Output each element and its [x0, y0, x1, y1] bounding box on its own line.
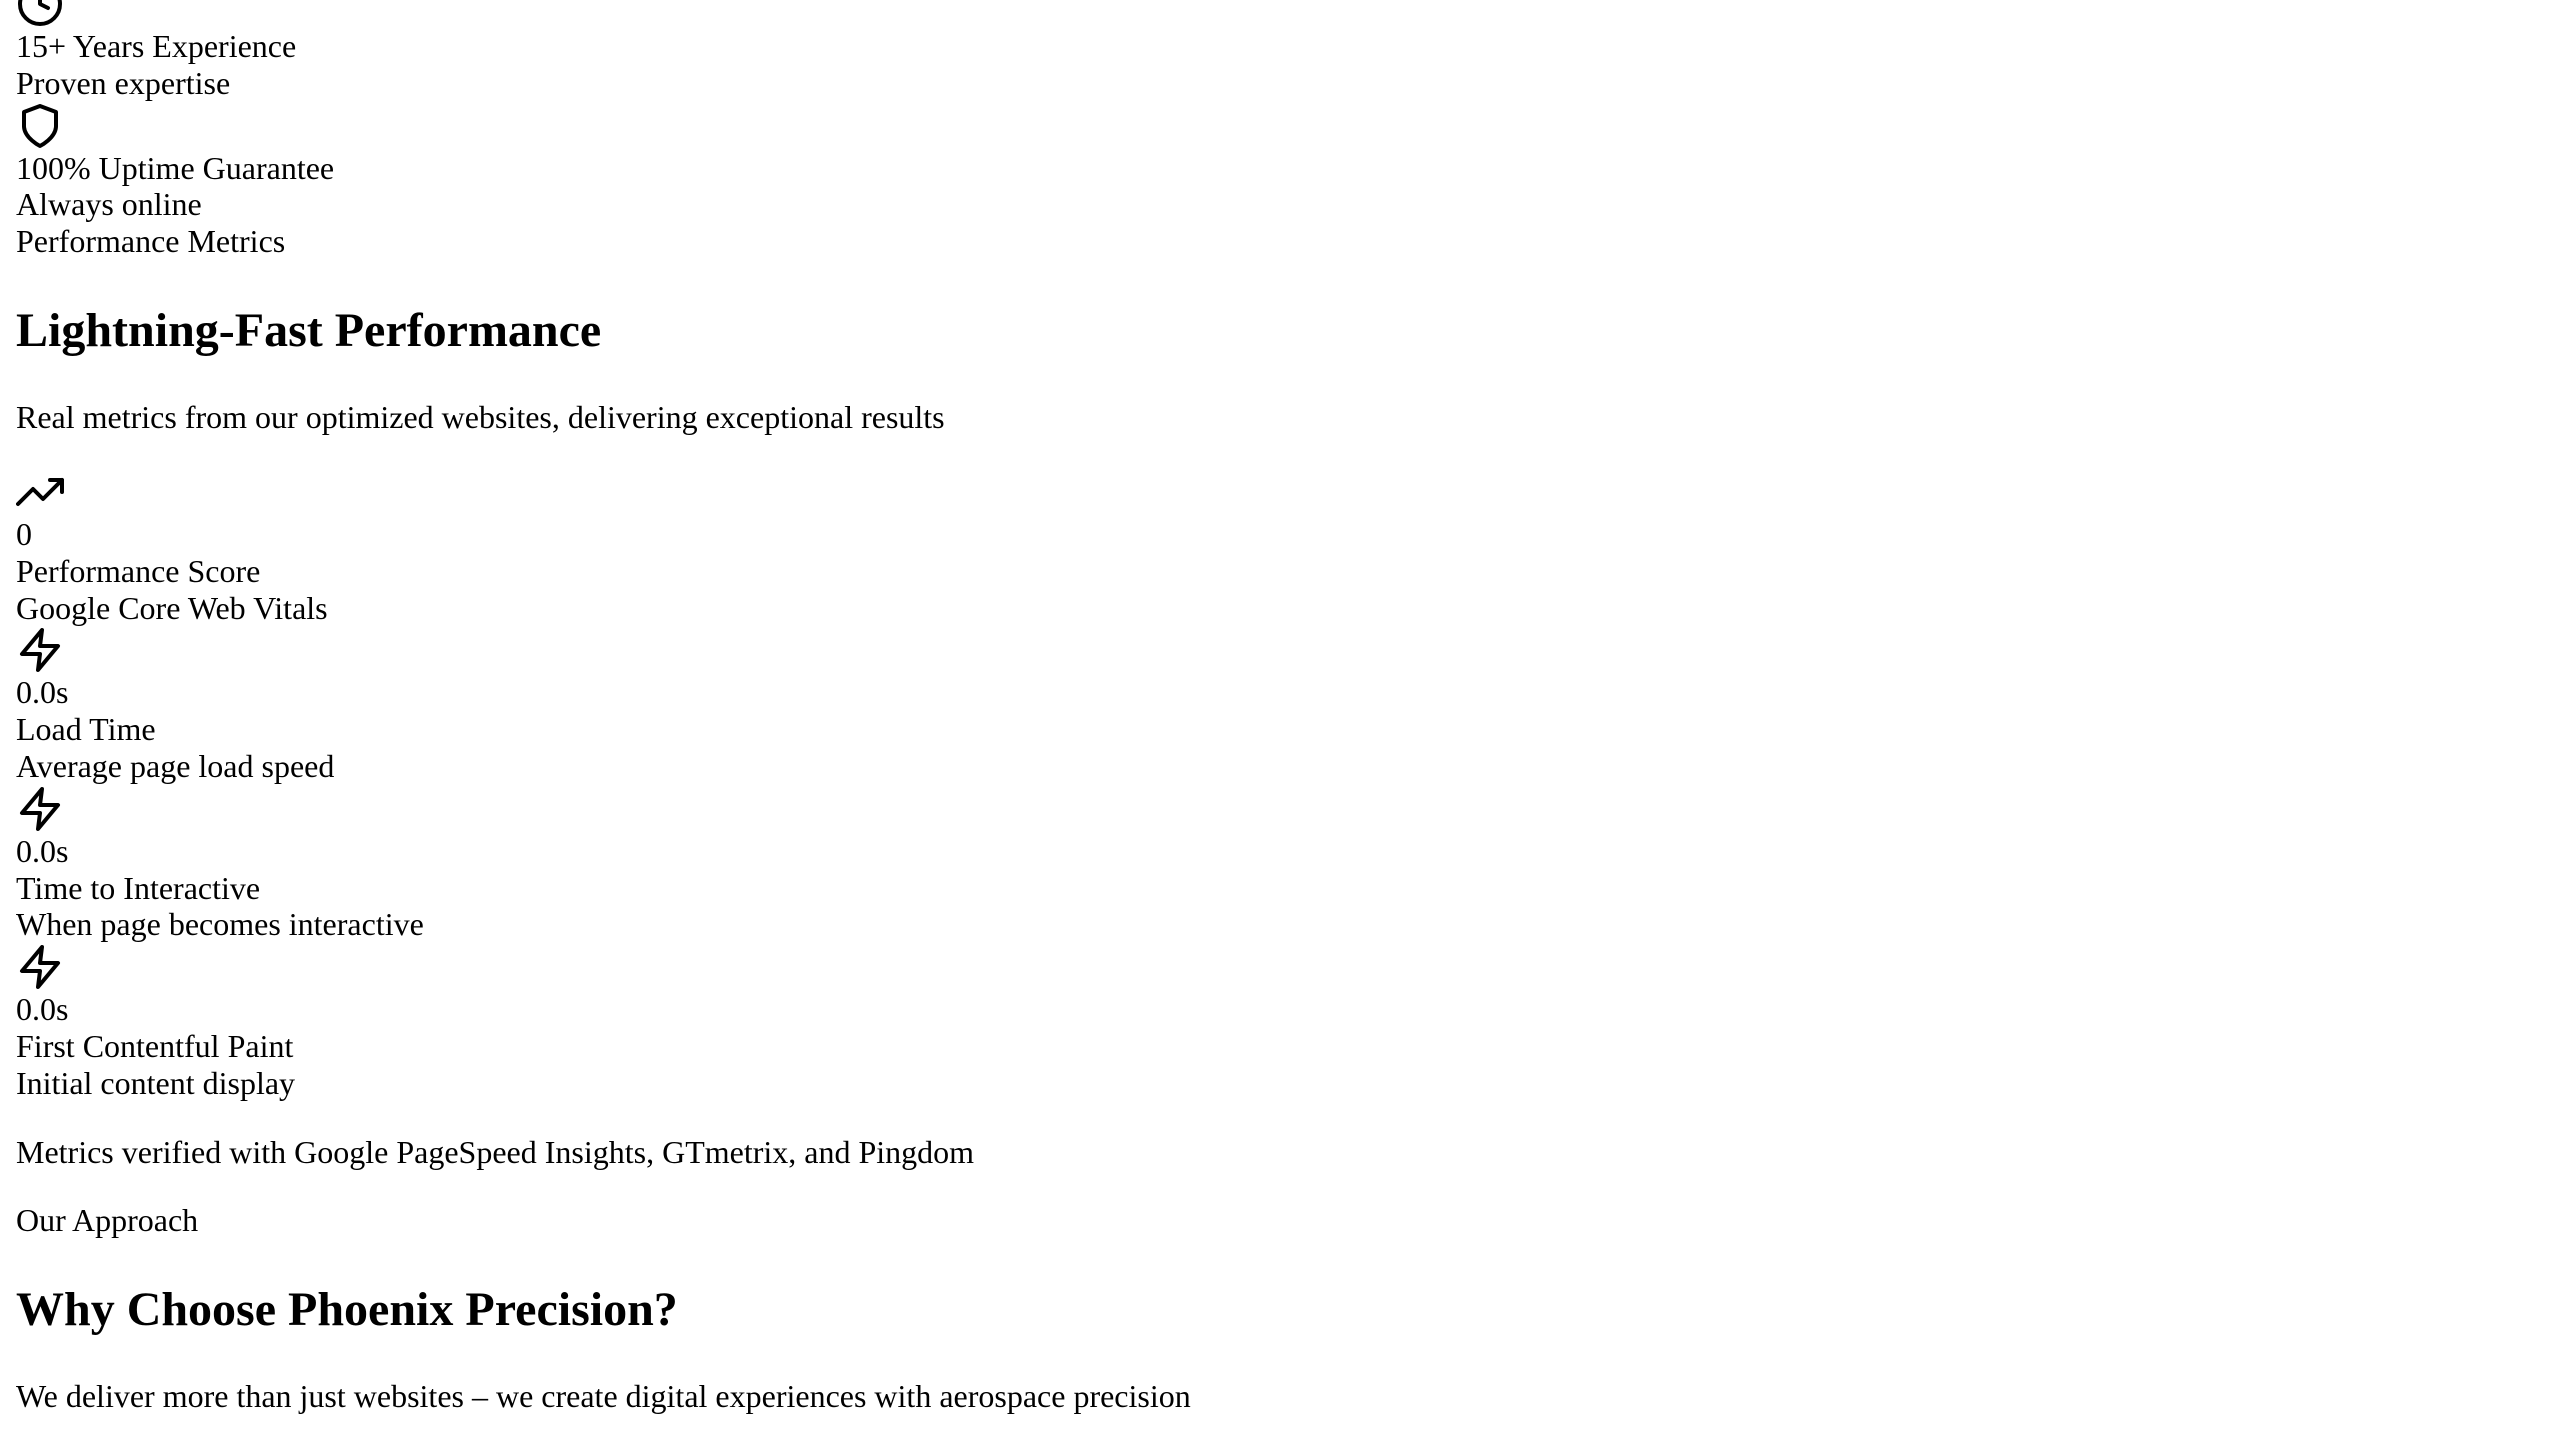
- page-content: 15+ Years Experience Proven expertise 10…: [16, 0, 2544, 1415]
- metric-description: Google Core Web Vitals: [16, 589, 328, 626]
- section-eyebrow: Performance Metrics: [16, 223, 286, 260]
- metric-card: 0.0s Time to Interactive When page becom…: [16, 785, 2544, 943]
- metric-value: 0.0s: [16, 832, 69, 869]
- lightning-icon: [16, 785, 64, 833]
- feature-experience: 15+ Years Experience Proven expertise: [16, 0, 2544, 102]
- metric-description: When page becomes interactive: [16, 906, 424, 943]
- metric-value: 0.0s: [16, 991, 69, 1028]
- metric-card: 0.0s Load Time Average page load speed: [16, 626, 2544, 784]
- section-subheading: We deliver more than just websites – we …: [16, 1378, 1191, 1415]
- performance-section: Performance Metrics Lightning-Fast Perfo…: [16, 223, 2544, 1170]
- metric-description: Initial content display: [16, 1064, 296, 1101]
- metric-value: 0.0s: [16, 674, 69, 711]
- metric-label: Load Time: [16, 711, 156, 748]
- lightning-icon: [16, 626, 64, 674]
- approach-section: Our Approach Why Choose Phoenix Precisio…: [16, 1202, 2544, 1415]
- section-eyebrow: Our Approach: [16, 1202, 199, 1239]
- feature-uptime: 100% Uptime Guarantee Always online: [16, 102, 2544, 224]
- verification-note: Metrics verified with Google PageSpeed I…: [16, 1133, 975, 1170]
- metric-card: 0 Performance Score Google Core Web Vita…: [16, 468, 2544, 626]
- feature-subtitle: Always online: [16, 186, 202, 223]
- clock-icon: [16, 0, 64, 28]
- metric-description: Average page load speed: [16, 747, 335, 784]
- section-subheading: Real metrics from our optimized websites…: [16, 399, 945, 436]
- metric-value: 0: [16, 515, 32, 552]
- trending-up-icon: [16, 468, 64, 516]
- section-heading: Why Choose Phoenix Precision?: [16, 1283, 678, 1337]
- metric-card: 0.0s First Contentful Paint Initial cont…: [16, 943, 2544, 1101]
- feature-title: 100% Uptime Guarantee: [16, 149, 335, 186]
- feature-title: 15+ Years Experience: [16, 28, 297, 64]
- feature-subtitle: Proven expertise: [16, 64, 231, 101]
- lightning-icon: [16, 943, 64, 991]
- shield-icon: [16, 102, 64, 150]
- metric-label: Time to Interactive: [16, 869, 261, 906]
- metric-label: First Contentful Paint: [16, 1027, 294, 1064]
- section-heading: Lightning-Fast Performance: [16, 303, 602, 357]
- metric-label: Performance Score: [16, 552, 261, 589]
